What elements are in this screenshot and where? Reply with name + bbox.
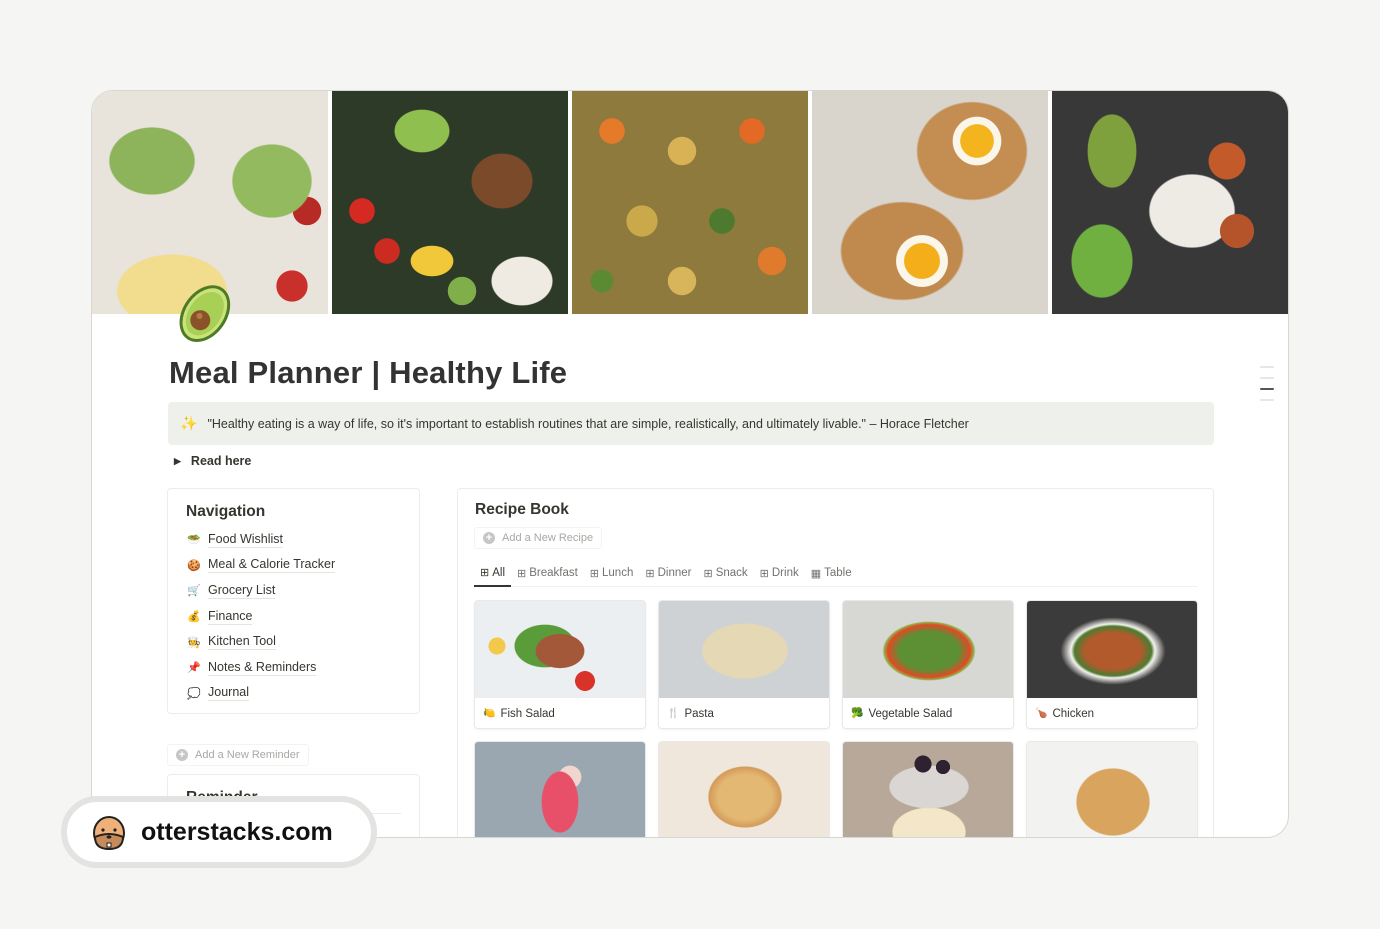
watermark-text: otterstacks.com <box>141 817 333 846</box>
recipe-card-drink[interactable] <box>474 741 646 837</box>
tab-lunch[interactable]: ⊞ Lunch <box>584 562 640 586</box>
pushpin-icon: 📌 <box>187 662 201 675</box>
cover-photo-salmon-edamame <box>1052 91 1288 314</box>
gallery-icon: ⊞ <box>517 567 526 580</box>
sparkles-icon: ✨ <box>180 415 198 431</box>
gallery-icon: ⊞ <box>703 567 712 580</box>
recipe-view-tabs: ⊞ All ⊞ Breakfast ⊞ Lunch ⊞ Dinner ⊞ Snack ⊞ D… <box>474 562 1198 587</box>
tab-table[interactable]: ▦ Table <box>805 562 858 586</box>
tab-breakfast[interactable]: ⊞ Breakfast <box>511 562 584 586</box>
recipe-card-vegetable-salad[interactable]: 🥦 Vegetable Salad <box>842 600 1014 729</box>
otter-logo-icon <box>93 816 125 851</box>
nav-item-food-wishlist[interactable]: 🥗 Food Wishlist <box>186 527 401 553</box>
recipe-photo <box>1027 742 1197 837</box>
salad-icon: 🥗 <box>187 534 201 547</box>
plus-circle-icon: + <box>483 532 495 544</box>
recipe-photo <box>1027 601 1197 698</box>
recipe-photo <box>843 601 1013 698</box>
cover-photo-roasted-vegetables <box>572 91 808 314</box>
gallery-icon: ⊞ <box>589 567 599 580</box>
nav-item-kitchen-tool[interactable]: 🧑‍🍳 Kitchen Tool <box>186 629 401 655</box>
nav-item-notes-reminders[interactable]: 📌 Notes & Reminders <box>186 655 401 681</box>
recipe-book-heading: Recipe Book <box>475 501 569 518</box>
recipe-gallery: 🍋 Fish Salad 🍴 Pasta 🥦 Vegetable Salad 🍗 Chi… <box>474 600 1198 837</box>
table-icon: ▦ <box>810 567 821 580</box>
thought-bubble-icon: 💭 <box>187 687 201 700</box>
cookie-icon: 🍪 <box>187 559 201 572</box>
avocado-icon[interactable] <box>170 276 242 348</box>
toggle-triangle-icon: ▶ <box>174 455 181 466</box>
callout-text: "Healthy eating is a way of life, so it'… <box>207 416 969 431</box>
drumstick-icon: 🍗 <box>1035 708 1048 719</box>
chef-icon: 🧑‍🍳 <box>187 636 201 649</box>
watermark-badge: otterstacks.com <box>61 796 377 868</box>
recipe-photo <box>659 742 829 837</box>
recipe-card-pancakes[interactable] <box>842 741 1014 837</box>
tab-all[interactable]: ⊞ All <box>474 562 511 587</box>
broccoli-icon: 🥦 <box>851 708 864 719</box>
gallery-icon: ⊞ <box>645 567 654 580</box>
recipe-photo <box>475 742 645 837</box>
recipe-card-honey-cake[interactable] <box>1026 741 1198 837</box>
notion-page-window: Meal Planner | Healthy Life ✨ "Healthy e… <box>91 90 1289 838</box>
cover-photo-salmon-bowl <box>332 91 568 314</box>
toggle-label: Read here <box>190 454 252 468</box>
quote-callout[interactable]: ✨ "Healthy eating is a way of life, so i… <box>168 402 1214 445</box>
nav-item-finance[interactable]: 💰 Finance <box>186 604 401 630</box>
shopping-cart-icon: 🛒 <box>187 585 201 598</box>
add-reminder-button[interactable]: + Add a New Reminder <box>167 744 309 766</box>
recipe-photo <box>659 601 829 698</box>
cover-photo-egg-toast <box>812 91 1048 314</box>
tab-snack[interactable]: ⊞ Snack <box>697 562 753 586</box>
table-of-contents-indicator[interactable] <box>1260 366 1274 410</box>
nav-item-meal-calorie-tracker[interactable]: 🍪 Meal & Calorie Tracker <box>186 553 401 579</box>
fork-knife-icon: 🍴 <box>667 708 680 719</box>
tab-dinner[interactable]: ⊞ Dinner <box>639 562 697 586</box>
gallery-icon: ⊞ <box>480 567 489 579</box>
nav-item-journal[interactable]: 💭 Journal <box>186 681 401 707</box>
tab-drink[interactable]: ⊞ Drink <box>754 562 805 586</box>
recipe-card-pizza[interactable] <box>658 741 830 837</box>
navigation-heading: Navigation <box>186 503 266 520</box>
nav-item-grocery-list[interactable]: 🛒 Grocery List <box>186 578 401 604</box>
read-here-toggle[interactable]: ▶ Read here <box>174 454 251 468</box>
gallery-icon: ⊞ <box>759 567 769 580</box>
money-bag-icon: 💰 <box>187 611 201 624</box>
lemon-icon: 🍋 <box>483 708 496 719</box>
page-title[interactable]: Meal Planner | Healthy Life <box>169 355 567 391</box>
recipe-photo <box>843 742 1013 837</box>
recipe-card-pasta[interactable]: 🍴 Pasta <box>658 600 830 729</box>
recipe-photo <box>475 601 645 698</box>
plus-circle-icon: + <box>176 749 188 761</box>
recipe-book-panel: Recipe Book + Add a New Recipe ⊞ All ⊞ Bre… <box>457 488 1214 837</box>
recipe-card-chicken[interactable]: 🍗 Chicken <box>1026 600 1198 729</box>
cover-image-strip[interactable] <box>92 91 1288 314</box>
navigation-panel: Navigation 🥗 Food Wishlist 🍪 Meal & Calo… <box>167 488 420 714</box>
recipe-card-fish-salad[interactable]: 🍋 Fish Salad <box>474 600 646 729</box>
add-recipe-button[interactable]: + Add a New Recipe <box>474 527 603 549</box>
